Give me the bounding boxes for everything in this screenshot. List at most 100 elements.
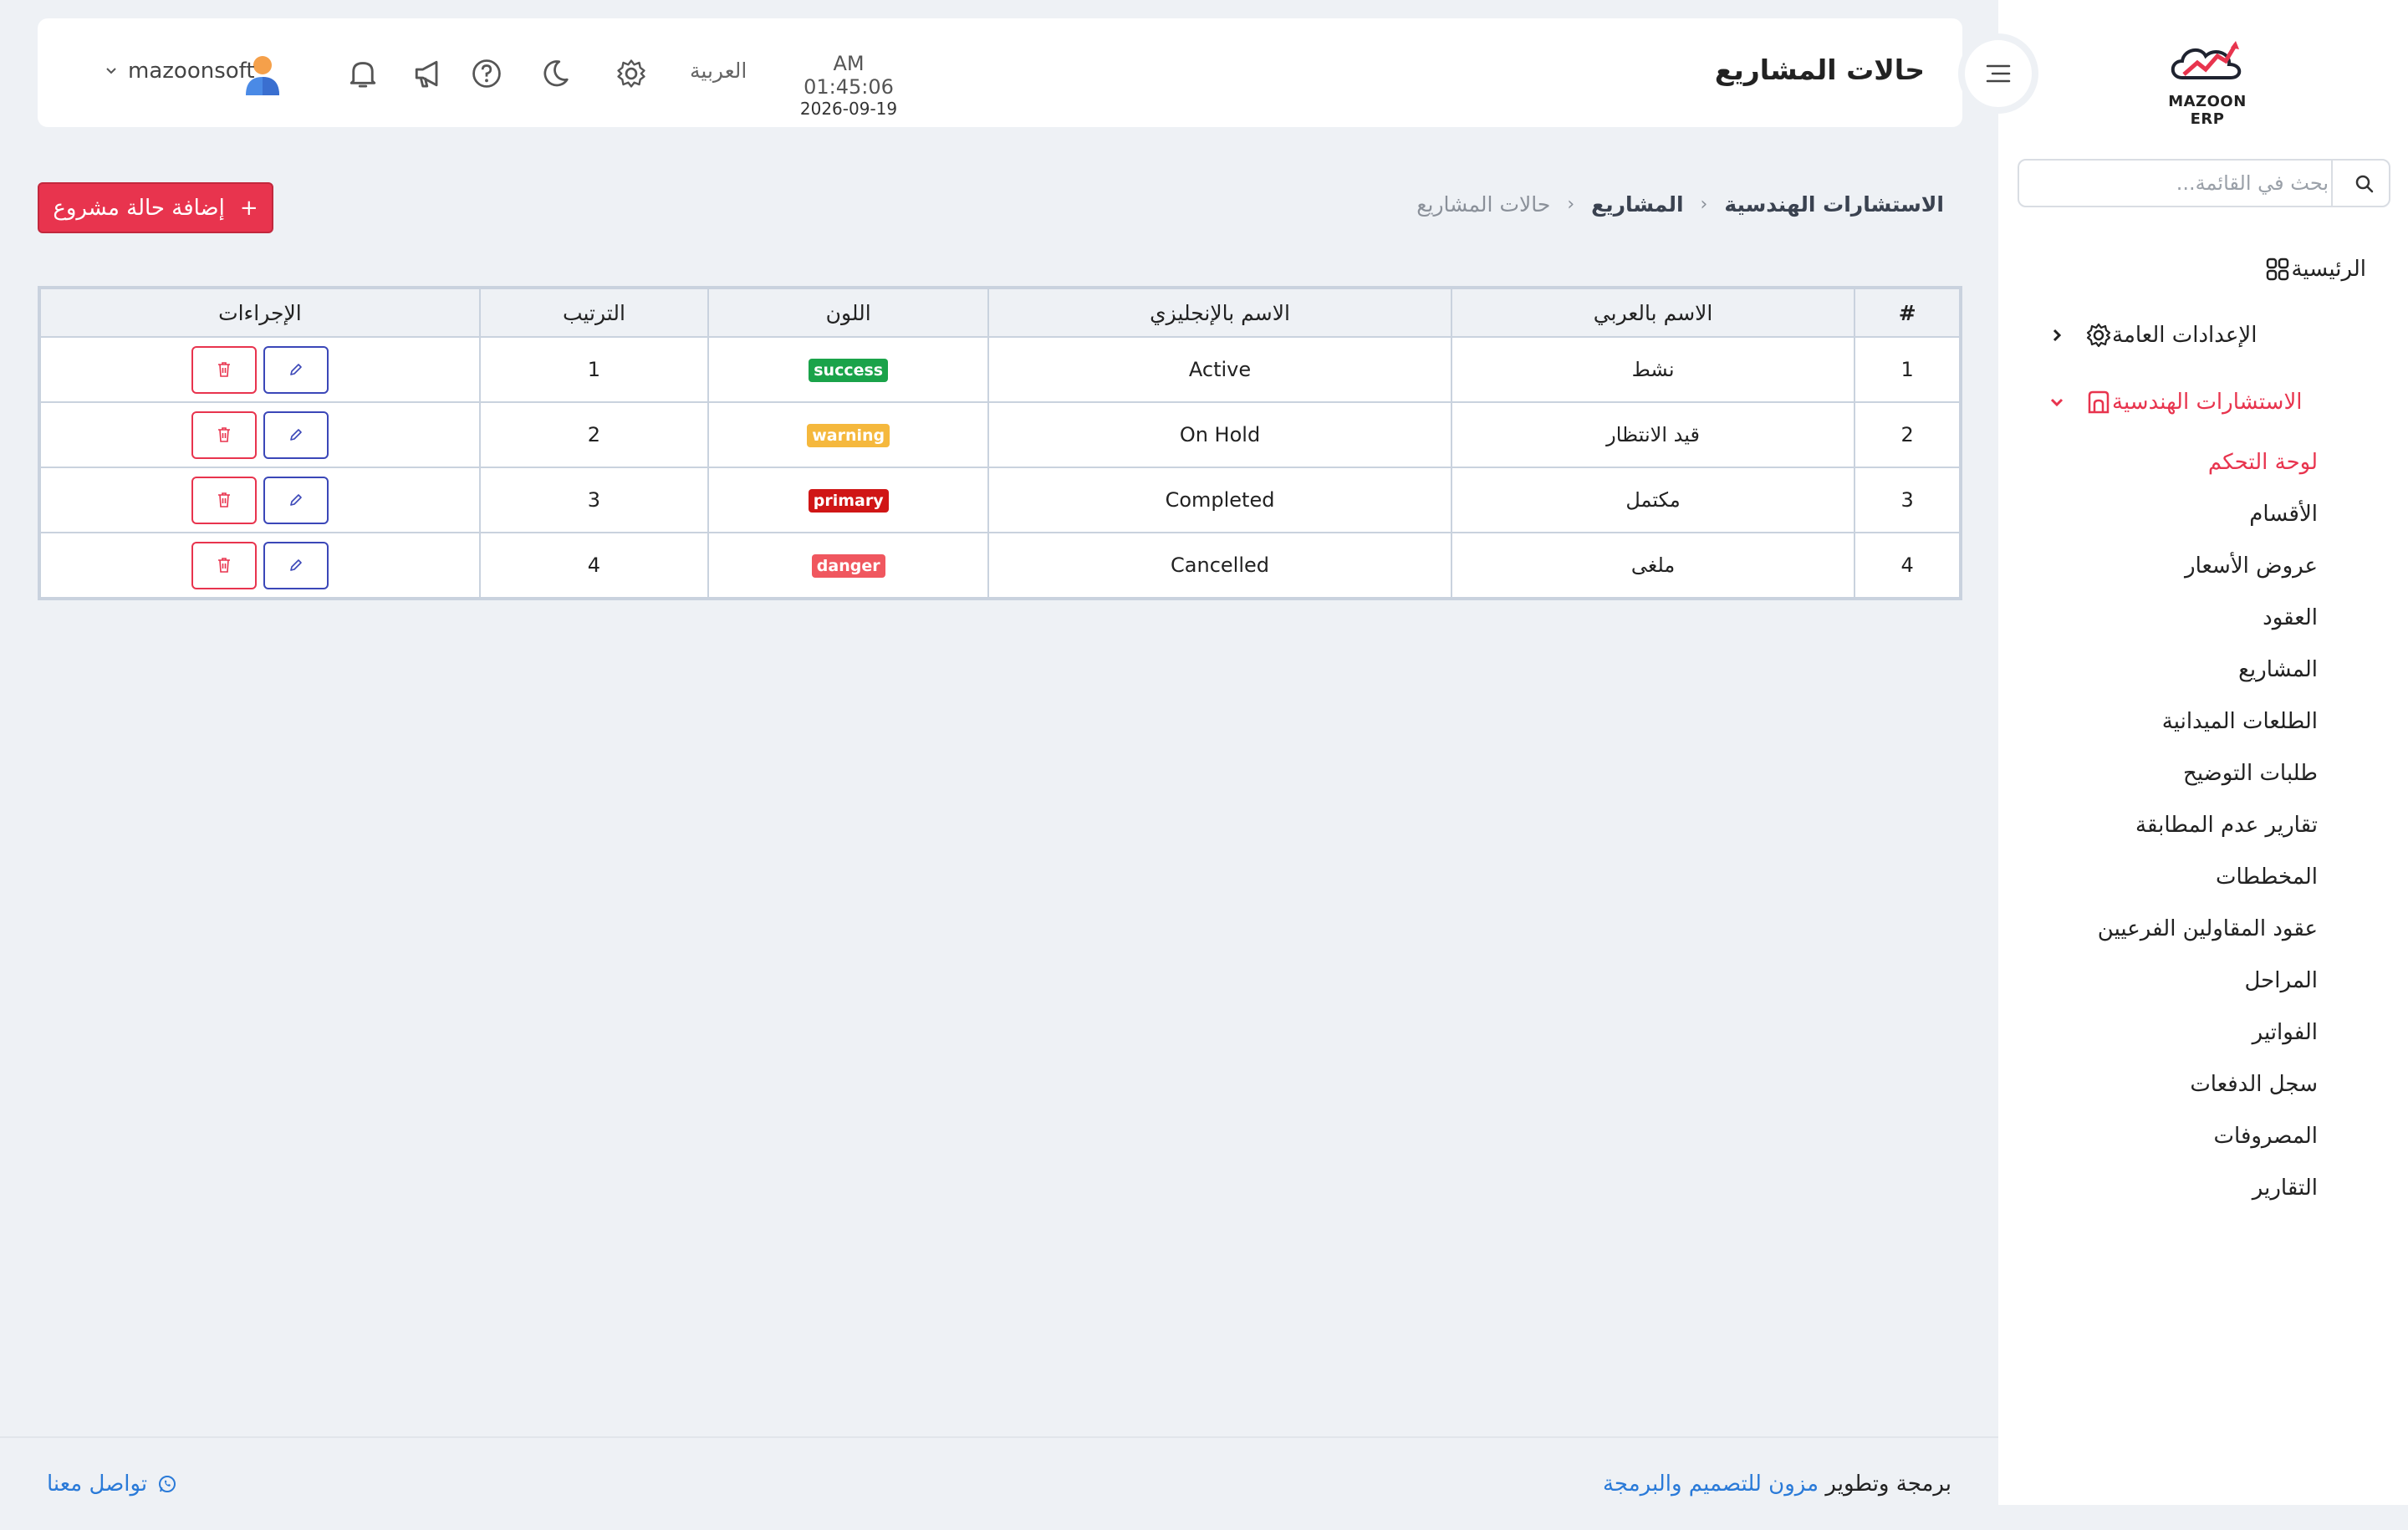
delete-button[interactable] [191, 476, 257, 524]
cell-actions [39, 532, 481, 599]
language-switch[interactable]: العربية [690, 59, 747, 83]
add-project-status-button[interactable]: + إضافة حالة مشروع [38, 182, 273, 233]
cell-name-en: Cancelled [987, 532, 1452, 599]
trash-icon [217, 492, 230, 507]
cell-color: danger [707, 532, 990, 599]
sidebar-toggle-button[interactable] [1958, 33, 2038, 114]
table-header-row: # الاسم بالعربي الاسم بالإنجليزي اللون ا… [39, 288, 1961, 338]
pencil-icon [290, 494, 302, 506]
table-row: 2 قيد الانتظار On Hold warning 2 [39, 401, 1961, 468]
pencil-icon [290, 429, 302, 441]
sidebar-subitem-dashboard[interactable]: لوحة التحكم [2208, 450, 2318, 475]
footer: برمجة وتطوير مزون للتصميم والبرمجة تواصل… [0, 1436, 1998, 1530]
breadcrumb: الاستشارات الهندسية ‹ المشاريع ‹ حالات ا… [1416, 192, 1944, 217]
edit-button[interactable] [263, 476, 329, 524]
add-button-label: إضافة حالة مشروع [53, 195, 225, 221]
cell-color: warning [707, 401, 990, 468]
sidebar-subitem[interactable]: الأقسام [2249, 502, 2318, 527]
edit-button[interactable] [263, 411, 329, 459]
sidebar-subitem[interactable]: الفواتير [2252, 1020, 2318, 1045]
pencil-icon [290, 559, 302, 571]
sidebar-subitem[interactable]: التقارير [2252, 1176, 2318, 1201]
breadcrumb-current: حالات المشاريع [1416, 192, 1551, 217]
delete-button[interactable] [191, 411, 257, 459]
cell-name-ar: ملغى [1450, 532, 1856, 599]
contact-link[interactable]: تواصل معنا [47, 1471, 177, 1497]
cell-name-ar: قيد الانتظار [1450, 401, 1856, 468]
column-header-color: اللون [707, 288, 990, 338]
building-icon [2085, 389, 2112, 416]
sidebar-subitem[interactable]: المصروفات [2214, 1124, 2318, 1149]
megaphone-icon[interactable] [410, 55, 446, 92]
clock-date: 2026-09-19 [799, 99, 898, 119]
page-title: حالات المشاريع [1714, 54, 1925, 86]
cell-order: 4 [478, 532, 710, 599]
status-badge: primary [808, 489, 889, 513]
delete-button[interactable] [191, 541, 257, 589]
table-row: 1 نشط Active success 1 [39, 336, 1961, 403]
sidebar-subitem[interactable]: العقود [2263, 605, 2318, 630]
settings-gear-icon[interactable] [613, 55, 650, 92]
delete-button[interactable] [191, 345, 257, 394]
chevron-down-icon [2040, 385, 2074, 419]
user-menu[interactable]: mazoonsoft [105, 59, 255, 84]
gear-icon [2085, 322, 2112, 349]
trash-icon [217, 558, 230, 573]
column-header-number: # [1854, 288, 1961, 338]
sidebar-subitem[interactable]: عروض الأسعار [2185, 553, 2318, 579]
cell-order: 1 [478, 336, 710, 403]
help-icon[interactable] [468, 55, 505, 92]
status-badge: danger [811, 554, 885, 578]
edit-button[interactable] [263, 541, 329, 589]
sidebar-search-input[interactable] [2038, 161, 2330, 206]
cell-order: 3 [478, 467, 710, 533]
footer-credit-link[interactable]: مزون للتصميم والبرمجة [1603, 1471, 1819, 1497]
bell-icon[interactable] [344, 55, 381, 92]
cell-actions [39, 467, 481, 533]
logo-cloud-icon [2171, 41, 2242, 79]
column-header-name-en: الاسم بالإنجليزي [987, 288, 1452, 338]
sidebar-subitem[interactable]: عقود المقاولين الفرعيين [2098, 916, 2318, 941]
footer-credit-prefix: برمجة وتطوير [1819, 1471, 1951, 1497]
search-icon[interactable] [2352, 171, 2377, 196]
footer-credit: برمجة وتطوير مزون للتصميم والبرمجة [1603, 1471, 1951, 1497]
table-row: 3 مكتمل Completed primary 3 [39, 467, 1961, 533]
sidebar-subitem[interactable]: الطلعات الميدانية [2162, 709, 2318, 734]
cell-number: 1 [1854, 336, 1961, 403]
moon-icon[interactable] [537, 55, 574, 92]
sidebar-subitem[interactable]: تقارير عدم المطابقة [2135, 813, 2318, 838]
cell-number: 2 [1854, 401, 1961, 468]
sidebar-item-label: الرئيسية [2291, 257, 2366, 282]
trash-icon [217, 427, 230, 442]
sidebar-subitem[interactable]: سجل الدفعات [2190, 1072, 2318, 1097]
sidebar-subitem[interactable]: طلبات التوضيح [2183, 761, 2318, 786]
chevron-left-icon: ‹ [1700, 194, 1708, 215]
clock-time: AM 01:45:06 [804, 52, 894, 99]
cell-name-ar: مكتمل [1450, 467, 1856, 533]
breadcrumb-level1[interactable]: الاستشارات الهندسية [1724, 192, 1944, 217]
table-row: 4 ملغى Cancelled danger 4 [39, 532, 1961, 599]
cell-order: 2 [478, 401, 710, 468]
sidebar-item-home[interactable]: الرئيسية [2244, 252, 2366, 286]
sidebar-item-label: الإعدادات العامة [2112, 323, 2258, 348]
cell-number: 4 [1854, 532, 1961, 599]
sidebar-item-engineering[interactable]: الاستشارات الهندسية [2050, 385, 2366, 419]
column-header-order: الترتيب [478, 288, 710, 338]
sidebar-item-label: الاستشارات الهندسية [2112, 390, 2303, 415]
whatsapp-icon [159, 1476, 176, 1492]
column-header-name-ar: الاسم بالعربي [1450, 288, 1856, 338]
sidebar: MAZOON ERP الرئيسية الإعدادات العامة الا… [1998, 0, 2408, 1505]
status-badge: warning [807, 424, 890, 447]
sidebar-subitem[interactable]: المشاريع [2238, 657, 2318, 682]
pencil-icon [290, 364, 302, 375]
edit-button[interactable] [263, 345, 329, 394]
sidebar-subitem[interactable]: المراحل [2244, 968, 2318, 993]
chevron-left-icon: ‹ [1567, 194, 1575, 215]
sidebar-search [2018, 159, 2390, 207]
breadcrumb-level2[interactable]: المشاريع [1591, 192, 1683, 217]
status-badge: success [809, 359, 889, 382]
sidebar-item-settings[interactable]: الإعدادات العامة [2053, 319, 2366, 352]
app-logo[interactable]: MAZOON ERP [2149, 38, 2266, 128]
column-header-actions: الإجراءات [39, 288, 481, 338]
sidebar-subitem[interactable]: المخططات [2216, 864, 2318, 890]
